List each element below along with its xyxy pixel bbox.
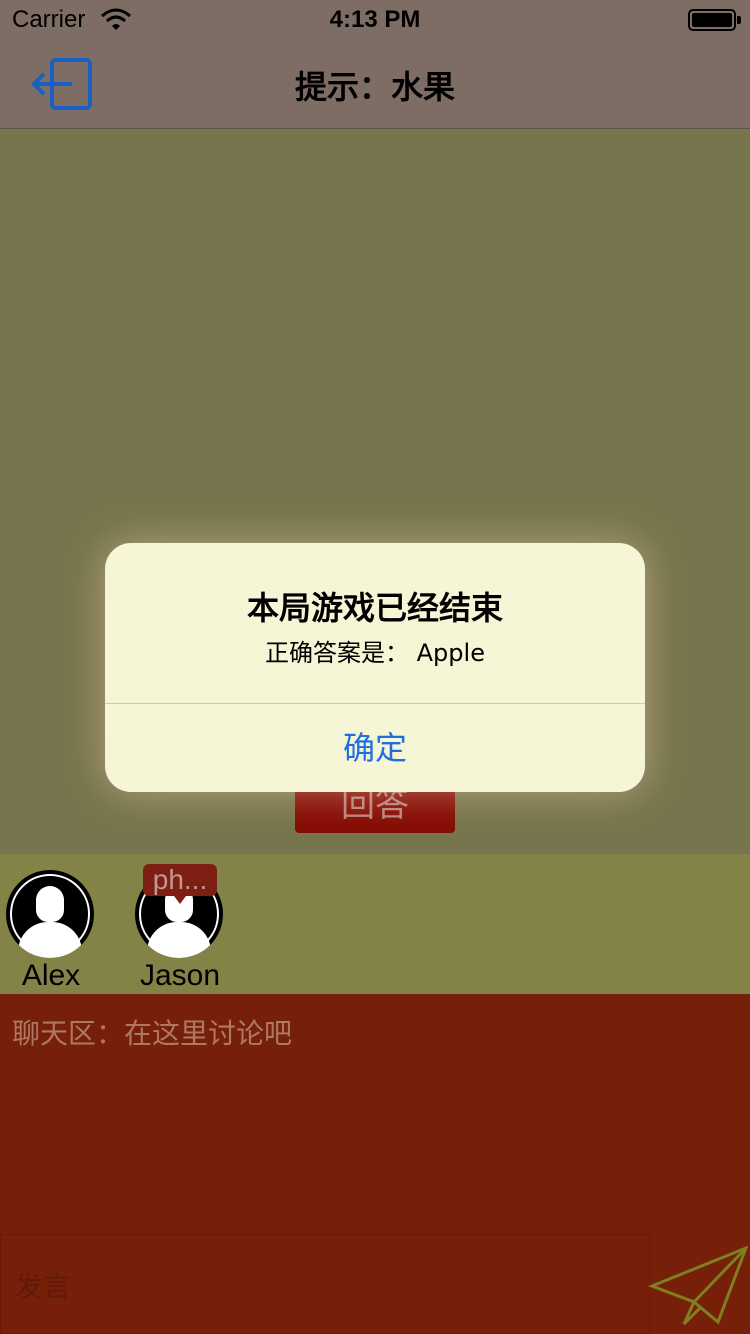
alert-message: 正确答案是： Apple (265, 639, 485, 667)
modal-overlay: 本局游戏已经结束 正确答案是： Apple 确定 (0, 0, 750, 1334)
confirm-button[interactable]: 确定 (105, 704, 645, 792)
game-over-alert: 本局游戏已经结束 正确答案是： Apple 确定 (105, 543, 645, 792)
alert-title: 本局游戏已经结束 (246, 589, 503, 627)
